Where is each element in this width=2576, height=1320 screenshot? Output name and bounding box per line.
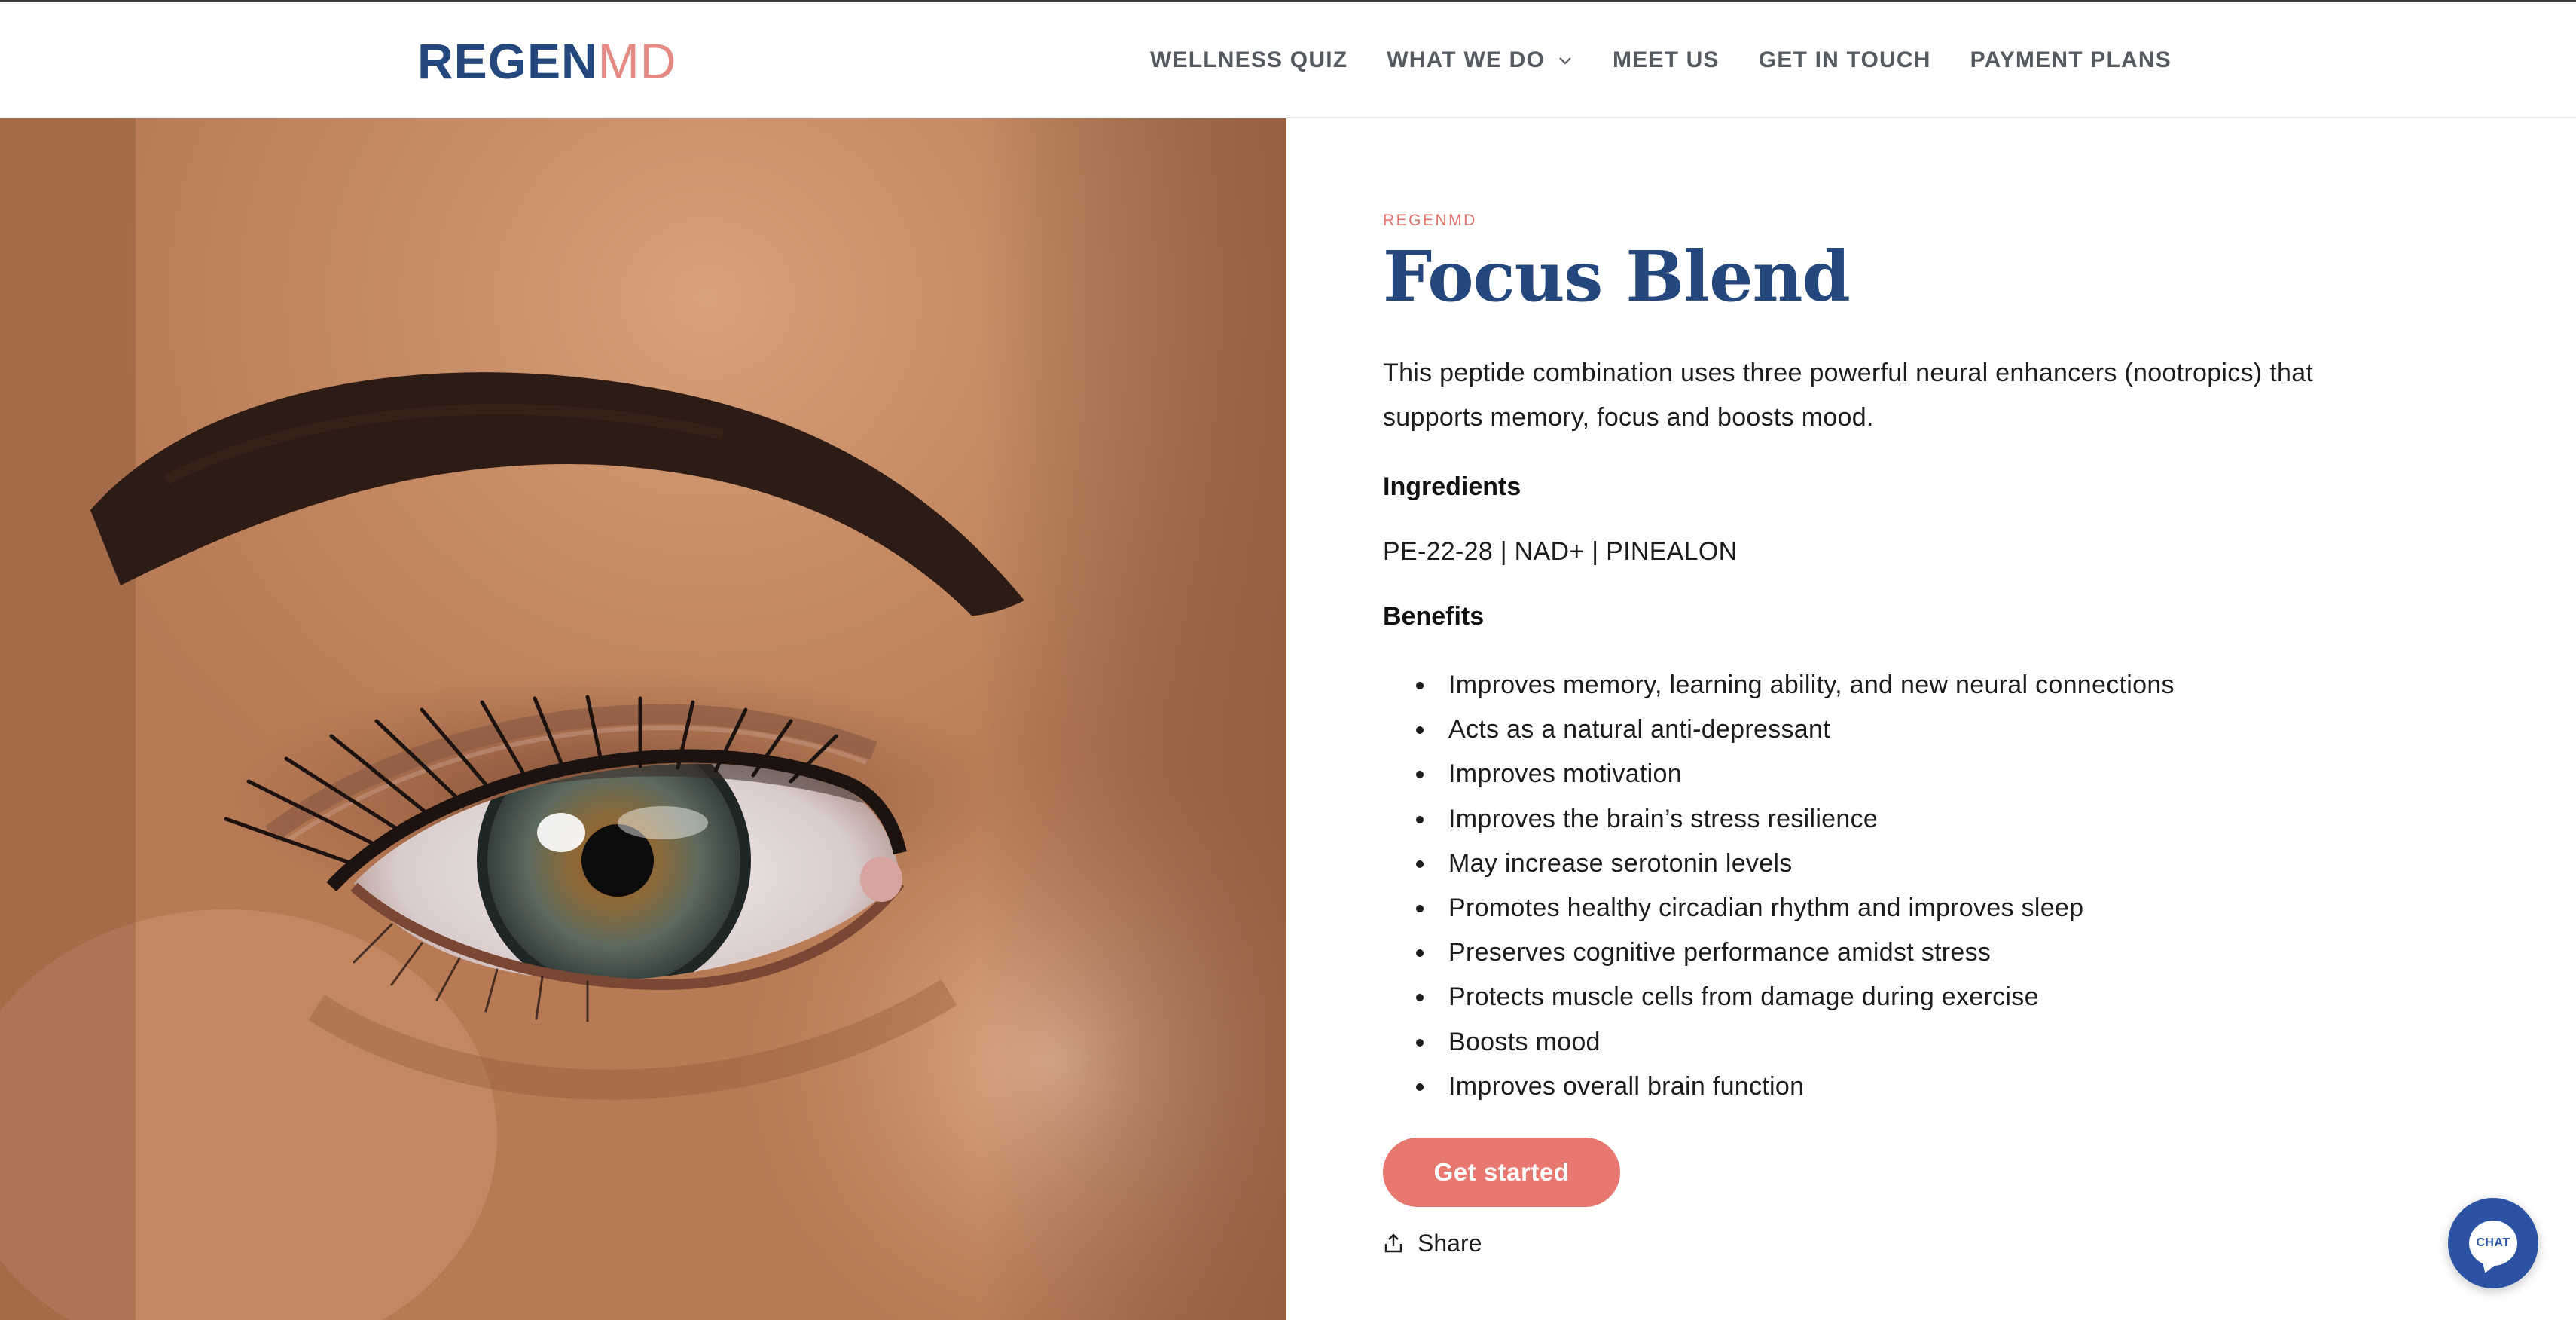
list-item: Preserves cognitive performance amidst s… bbox=[1383, 930, 2377, 975]
get-started-button[interactable]: Get started bbox=[1383, 1138, 1620, 1208]
product-info: REGENMD Focus Blend This peptide combina… bbox=[1383, 211, 2377, 1261]
product-vendor: REGENMD bbox=[1383, 212, 1477, 229]
list-item: Improves the brain’s stress resilience bbox=[1383, 797, 2377, 842]
chevron-down-icon bbox=[1559, 57, 1571, 65]
nav-get-in-touch[interactable]: GET IN TOUCH bbox=[1759, 47, 1931, 73]
logo-regen-text: REGEN bbox=[417, 33, 598, 89]
list-item: Improves motivation bbox=[1383, 752, 2377, 796]
nav-payment-plans-label: PAYMENT PLANS bbox=[1970, 47, 2172, 72]
share-label: Share bbox=[1418, 1229, 1482, 1257]
nav-payment-plans[interactable]: PAYMENT PLANS bbox=[1970, 47, 2172, 73]
site-header: REGENMD WELLNESS QUIZ WHAT WE DO MEET US… bbox=[0, 0, 2576, 118]
regenmd-logo[interactable]: REGENMD bbox=[417, 33, 676, 89]
product-description: This peptide combination uses three powe… bbox=[1383, 359, 2314, 432]
chat-bubble-icon: CHAT bbox=[2469, 1221, 2517, 1266]
nav-wellness-quiz-label: WELLNESS QUIZ bbox=[1150, 47, 1348, 72]
main-nav: WELLNESS QUIZ WHAT WE DO MEET US GET IN … bbox=[1150, 42, 2172, 78]
chat-widget-button[interactable]: CHAT bbox=[2448, 1198, 2538, 1288]
list-item: Protects muscle cells from damage during… bbox=[1383, 975, 2377, 1019]
nav-what-we-do-label: WHAT WE DO bbox=[1387, 47, 1546, 72]
list-item: Improves memory, learning ability, and n… bbox=[1383, 663, 2377, 707]
ingredients-list: PE-22-28 | NAD+ | PINEALON bbox=[1383, 537, 1738, 566]
benefits-heading: Benefits bbox=[1383, 602, 1485, 631]
logo-md-text: MD bbox=[597, 33, 677, 89]
list-item: Improves overall brain function bbox=[1383, 1065, 2377, 1109]
share-icon bbox=[1384, 1233, 1402, 1253]
ingredients-heading: Ingredients bbox=[1383, 472, 1521, 501]
eye-closeup-illustration bbox=[0, 118, 1286, 1320]
list-item: Boosts mood bbox=[1383, 1020, 2377, 1065]
benefits-list: Improves memory, learning ability, and n… bbox=[1383, 663, 2377, 1109]
list-item: Promotes healthy circadian rhythm and im… bbox=[1383, 886, 2377, 930]
product-hero-image bbox=[0, 118, 1286, 1320]
list-item: May increase serotonin levels bbox=[1383, 842, 2377, 886]
nav-wellness-quiz[interactable]: WELLNESS QUIZ bbox=[1150, 47, 1348, 73]
chat-label: CHAT bbox=[2476, 1236, 2510, 1249]
nav-meet-us-label: MEET US bbox=[1613, 47, 1720, 72]
list-item: Acts as a natural anti-depressant bbox=[1383, 707, 2377, 752]
product-title: Focus Blend bbox=[1383, 236, 1851, 317]
nav-what-we-do[interactable]: WHAT WE DO bbox=[1387, 47, 1573, 73]
share-button[interactable]: Share bbox=[1383, 1225, 2377, 1261]
nav-meet-us[interactable]: MEET US bbox=[1613, 47, 1720, 73]
nav-get-in-touch-label: GET IN TOUCH bbox=[1758, 47, 1931, 72]
